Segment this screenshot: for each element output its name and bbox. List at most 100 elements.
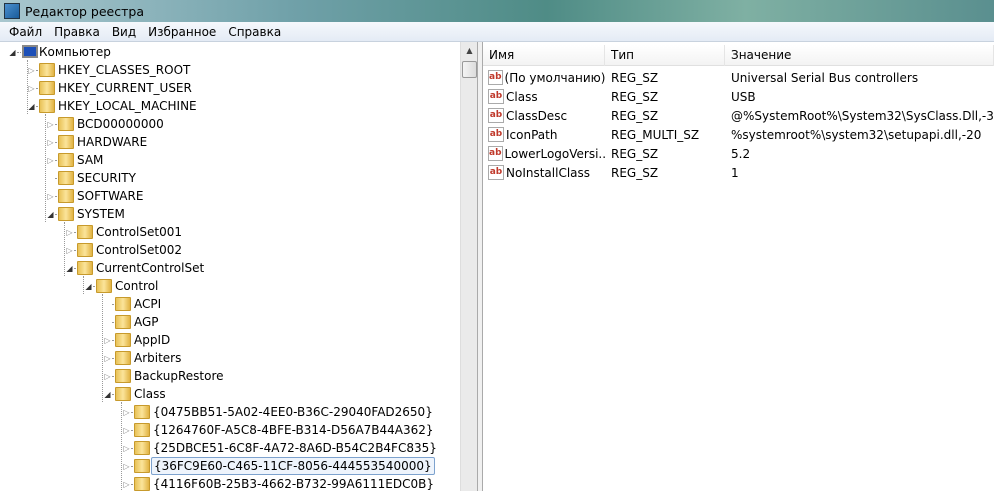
- expand-arrow-icon[interactable]: ▷: [65, 228, 74, 237]
- expand-arrow-icon[interactable]: ▷: [103, 336, 112, 345]
- collapse-arrow-icon[interactable]: ◢: [84, 282, 93, 291]
- tree-item-label[interactable]: SOFTWARE: [75, 188, 145, 204]
- expand-arrow-icon[interactable]: ▷: [122, 444, 131, 453]
- menu-help[interactable]: Справка: [222, 25, 287, 39]
- collapse-arrow-icon[interactable]: ◢: [46, 210, 55, 219]
- scroll-thumb[interactable]: [462, 61, 477, 78]
- tree-item-label[interactable]: ACPI: [132, 296, 163, 312]
- tree-item-label[interactable]: ControlSet001: [94, 224, 184, 240]
- value-row[interactable]: ab Class REG_SZ USB: [483, 87, 756, 106]
- tree-item[interactable]: ▷ Arbiters: [0, 349, 460, 367]
- expand-arrow-icon[interactable]: ▷: [103, 354, 112, 363]
- string-value-icon: ab: [488, 165, 504, 180]
- tree-item[interactable]: ACPI: [0, 295, 460, 313]
- expand-arrow-icon[interactable]: ▷: [122, 408, 131, 417]
- tree-item-label[interactable]: {0475BB51-5A02-4EE0-B36C-29040FAD2650}: [151, 404, 435, 420]
- tree-item[interactable]: ▷ SOFTWARE: [0, 187, 460, 205]
- folder-icon: [58, 189, 74, 203]
- tree-item-label[interactable]: Arbiters: [132, 350, 183, 366]
- column-name[interactable]: Имя: [483, 45, 605, 66]
- tree-item[interactable]: ▷ {4116F60B-25B3-4662-B732-99A6111EDC0B}: [0, 475, 460, 491]
- menu-view[interactable]: Вид: [106, 25, 142, 39]
- collapse-arrow-icon[interactable]: ◢: [27, 102, 36, 111]
- collapse-arrow-icon[interactable]: ◢: [103, 390, 112, 399]
- tree-item-label[interactable]: SAM: [75, 152, 105, 168]
- tree-item[interactable]: ▷ SAM: [0, 151, 460, 169]
- tree-item-label[interactable]: SECURITY: [75, 170, 138, 186]
- tree-item-label[interactable]: {4116F60B-25B3-4662-B732-99A6111EDC0B}: [151, 476, 436, 491]
- tree-item[interactable]: ▷ AppID: [0, 331, 460, 349]
- tree-item[interactable]: ▷ {25DBCE51-6C8F-4A72-8A6D-B54C2B4FC835}: [0, 439, 460, 457]
- tree-item-label[interactable]: BackupRestore: [132, 368, 226, 384]
- tree-item[interactable]: SECURITY: [0, 169, 460, 187]
- folder-icon: [58, 207, 74, 221]
- tree-item-label[interactable]: BCD00000000: [75, 116, 166, 132]
- tree-item[interactable]: ◢ Control: [0, 277, 460, 295]
- tree-item-label[interactable]: {36FC9E60-C465-11CF-8056-444553540000}: [151, 457, 435, 475]
- tree-item[interactable]: ▷ BCD00000000: [0, 115, 460, 133]
- tree-item-label[interactable]: Control: [113, 278, 160, 294]
- column-value[interactable]: Значение: [725, 45, 994, 66]
- expand-arrow-icon[interactable]: ▷: [65, 246, 74, 255]
- folder-icon: [39, 81, 55, 95]
- value-row[interactable]: ab IconPath REG_MULTI_SZ %systemroot%\syste…: [483, 125, 981, 144]
- tree-guide-line: [102, 294, 103, 402]
- value-type: REG_SZ: [611, 70, 659, 85]
- folder-icon: [115, 297, 131, 311]
- expand-arrow-icon[interactable]: ▷: [27, 84, 36, 93]
- tree-item[interactable]: ▷ HKEY_CLASSES_ROOT: [0, 61, 460, 79]
- expand-arrow-icon[interactable]: ▷: [122, 426, 131, 435]
- expand-arrow-icon[interactable]: ▷: [122, 480, 131, 489]
- tree-item-label[interactable]: {25DBCE51-6C8F-4A72-8A6D-B54C2B4FC835}: [151, 440, 439, 456]
- value-row[interactable]: ab (По умолчанию) REG_SZ Universal Serial B…: [483, 68, 918, 87]
- folder-icon: [115, 387, 131, 401]
- collapse-arrow-icon[interactable]: ◢: [8, 48, 17, 57]
- value-row[interactable]: ab ClassDesc REG_SZ @%SystemRoot%\System32\…: [483, 106, 994, 125]
- tree-item-label[interactable]: AGP: [132, 314, 161, 330]
- value-name: NoInstallClass: [506, 165, 591, 180]
- tree-item[interactable]: ◢ Class: [0, 385, 460, 403]
- tree-item[interactable]: ◢ Компьютер: [0, 43, 460, 61]
- expand-arrow-icon[interactable]: ▷: [46, 138, 55, 147]
- tree-item-label[interactable]: Class: [132, 386, 168, 402]
- value-type: REG_SZ: [611, 165, 659, 180]
- tree-item[interactable]: ▷ ControlSet002: [0, 241, 460, 259]
- tree-item[interactable]: ▷ HKEY_CURRENT_USER: [0, 79, 460, 97]
- tree-item[interactable]: AGP: [0, 313, 460, 331]
- column-type[interactable]: Тип: [605, 45, 725, 66]
- menu-favorites[interactable]: Избранное: [142, 25, 222, 39]
- tree-item-label[interactable]: HKEY_CLASSES_ROOT: [56, 62, 192, 78]
- tree-item[interactable]: ◢ SYSTEM: [0, 205, 460, 223]
- tree-item[interactable]: ▷ ControlSet001: [0, 223, 460, 241]
- tree-item[interactable]: ▷ BackupRestore: [0, 367, 460, 385]
- expand-arrow-icon[interactable]: ▷: [122, 462, 131, 471]
- tree-item-label[interactable]: HKEY_CURRENT_USER: [56, 80, 194, 96]
- tree-item-label[interactable]: Компьютер: [37, 44, 113, 60]
- menu-edit[interactable]: Правка: [48, 25, 106, 39]
- expand-arrow-icon[interactable]: ▷: [46, 156, 55, 165]
- scroll-up-arrow-icon[interactable]: ▲: [461, 42, 478, 59]
- tree-item[interactable]: ◢ CurrentControlSet: [0, 259, 460, 277]
- tree-item-label[interactable]: AppID: [132, 332, 172, 348]
- menu-file[interactable]: Файл: [3, 25, 48, 39]
- tree-item[interactable]: ▷ HARDWARE: [0, 133, 460, 151]
- expand-arrow-icon[interactable]: ▷: [103, 372, 112, 381]
- expand-arrow-icon[interactable]: ▷: [27, 66, 36, 75]
- tree-item-label[interactable]: ControlSet002: [94, 242, 184, 258]
- tree-item[interactable]: ◢ HKEY_LOCAL_MACHINE: [0, 97, 460, 115]
- tree-item-label[interactable]: HKEY_LOCAL_MACHINE: [56, 98, 199, 114]
- value-row[interactable]: ab NoInstallClass REG_SZ 1: [483, 163, 739, 182]
- tree-item-label[interactable]: SYSTEM: [75, 206, 127, 222]
- value-row[interactable]: ab LowerLogoVersi... REG_SZ 5.2: [483, 144, 750, 163]
- tree-item[interactable]: ▷ {1264760F-A5C8-4BFE-B314-D56A7B44A362}: [0, 421, 460, 439]
- values-list: Имя Тип Значение ab (По умолчанию) REG_SZ U…: [483, 42, 994, 491]
- tree-item[interactable]: ▷ {36FC9E60-C465-11CF-8056-444553540000}: [0, 457, 460, 475]
- tree-item-label[interactable]: HARDWARE: [75, 134, 149, 150]
- tree-item-label[interactable]: CurrentControlSet: [94, 260, 206, 276]
- tree-scrollbar[interactable]: ▲: [460, 42, 477, 491]
- expand-arrow-icon[interactable]: ▷: [46, 192, 55, 201]
- collapse-arrow-icon[interactable]: ◢: [65, 264, 74, 273]
- tree-item[interactable]: ▷ {0475BB51-5A02-4EE0-B36C-29040FAD2650}: [0, 403, 460, 421]
- expand-arrow-icon[interactable]: ▷: [46, 120, 55, 129]
- tree-item-label[interactable]: {1264760F-A5C8-4BFE-B314-D56A7B44A362}: [151, 422, 436, 438]
